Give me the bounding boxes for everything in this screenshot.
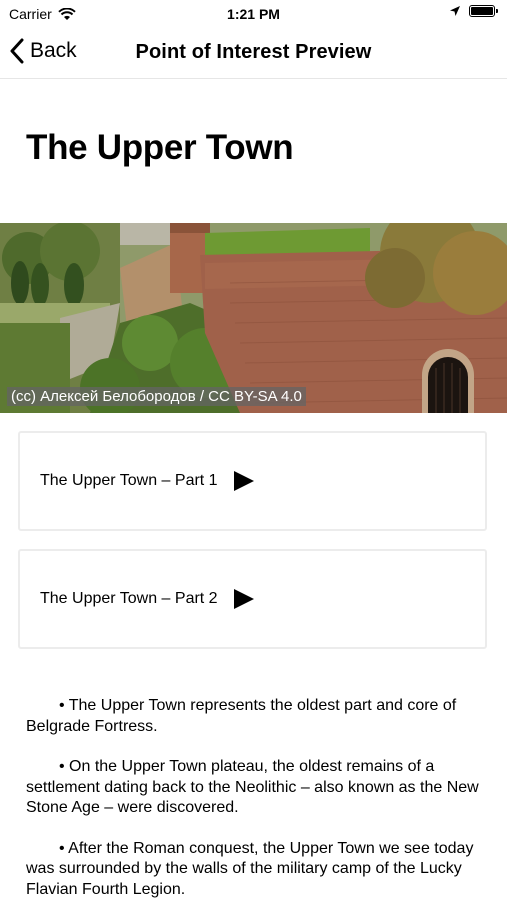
clock: 1:21 PM <box>227 6 280 22</box>
image-credit: (cc) Алексей Белобородов / CC BY-SA 4.0 <box>7 387 306 406</box>
audio-item-part-2[interactable]: The Upper Town – Part 2 <box>18 549 487 649</box>
status-right <box>449 5 498 17</box>
fortress-photo <box>0 223 507 413</box>
paragraph: • The Upper Town represents the oldest p… <box>26 697 457 735</box>
page-title: The Upper Town <box>26 128 294 167</box>
navigation-bar: Back Point of Interest Preview <box>0 28 507 79</box>
nav-title: Point of Interest Preview <box>135 41 372 63</box>
location-arrow-icon <box>450 6 460 16</box>
audio-item-part-1[interactable]: The Upper Town – Part 1 <box>18 431 487 531</box>
audio-item-label: The Upper Town – Part 2 <box>40 590 218 607</box>
description: • The Upper Town represents the oldest p… <box>26 696 481 920</box>
play-icon[interactable] <box>233 589 254 609</box>
audio-item-label: The Upper Town – Part 1 <box>40 472 218 489</box>
status-bar: Carrier 1:21 PM <box>0 0 507 28</box>
paragraph: • After the Roman conquest, the Upper To… <box>26 839 474 898</box>
battery-icon <box>469 5 498 17</box>
hero-image: (cc) Алексей Белобородов / CC BY-SA 4.0 <box>0 223 507 413</box>
play-icon[interactable] <box>233 471 254 491</box>
paragraph: • On the Upper Town plateau, the oldest … <box>26 758 479 816</box>
